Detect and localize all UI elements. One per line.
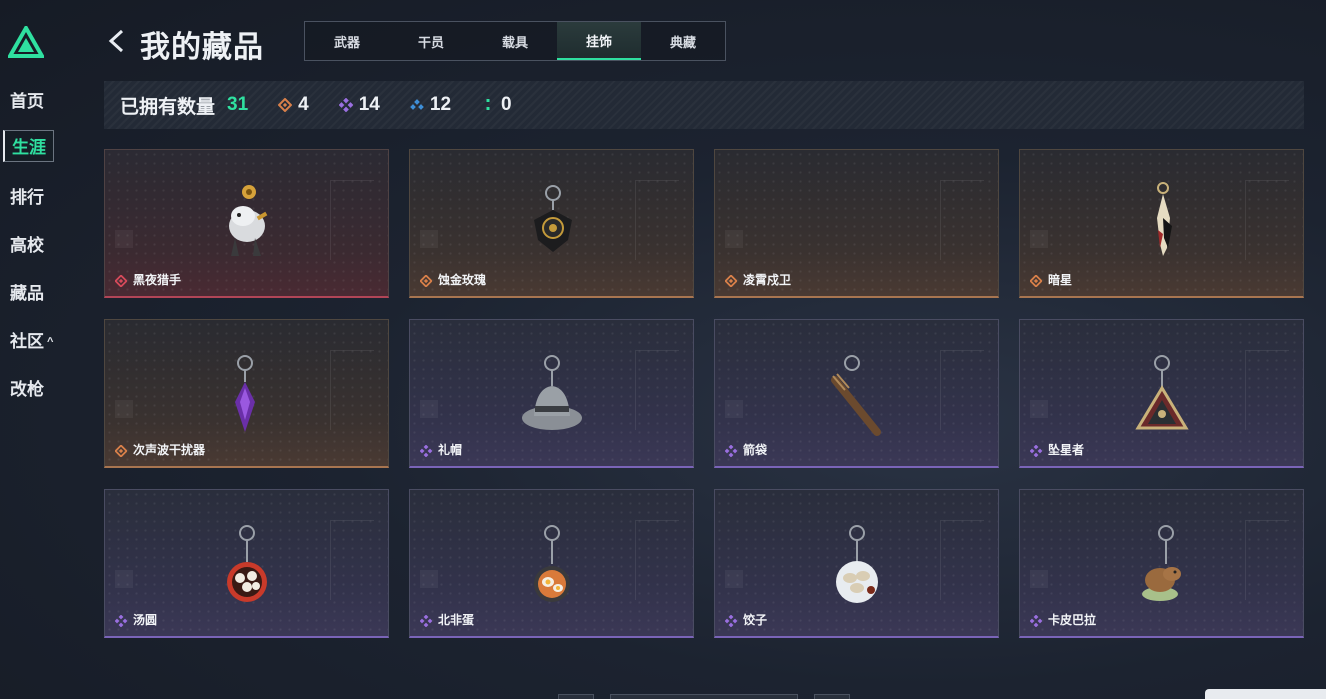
sidebar-item-community[interactable]: 社区 ^ [10,327,53,352]
triangle-logo-icon[interactable] [8,26,44,58]
item-name: 凌霄戍卫 [743,273,792,287]
triangle-badge-charm-icon [1135,355,1189,430]
sidebar-item-label: 首页 [10,92,44,111]
pagination-prev-button[interactable] [558,694,594,699]
item-name: 坠星者 [1048,443,1085,457]
item-card-quiver[interactable]: 箭袋 [714,319,999,468]
sidebar-item-gunsmith[interactable]: 改枪 [10,375,44,400]
blue-rarity-icon [410,99,424,110]
item-name: 卡皮巴拉 [1048,613,1097,627]
green-rarity-icon [486,99,490,110]
item-card-gilded-rose[interactable]: 蚀金玫瑰 [409,149,694,298]
item-card-shakshuka[interactable]: 北非蛋 [409,489,694,638]
pan-charm-icon [534,525,570,602]
capybara-charm-icon [1142,525,1181,601]
owned-count-label: 已拥有数量 [120,96,216,118]
stat-blue: 12 [410,94,451,116]
chevron-up-icon: ^ [47,336,54,348]
sidebar: 首页 生涯 排行 高校 藏品 社区 ^ 改枪 [0,0,62,699]
sidebar-item-home[interactable]: 首页 [10,87,44,112]
stat-green: 0 [481,94,512,116]
purple-rarity-icon [725,445,737,457]
tab-operators[interactable]: 干员 [389,22,473,60]
blade-charm-icon [1157,182,1172,256]
stat-green-count: 0 [501,94,512,115]
floating-panel[interactable] [1205,689,1326,699]
purple-rarity-icon [338,98,353,112]
item-card-sky-guardian[interactable]: 凌霄戍卫 [714,149,999,298]
stat-blue-count: 12 [429,94,452,115]
item-card-black-night-hunter[interactable]: 黑夜猎手 [104,149,389,298]
item-card-top-hat[interactable]: 礼帽 [409,319,694,468]
sidebar-item-label: 改枪 [10,380,44,399]
stat-orange-count: 4 [298,94,309,115]
item-name: 黑夜猎手 [133,273,182,287]
item-name: 蚀金玫瑰 [438,273,487,287]
item-name: 礼帽 [438,443,463,457]
pagination-next-button[interactable] [814,694,850,699]
sidebar-item-label: 高校 [10,236,44,255]
tab-collection[interactable]: 典藏 [641,22,725,60]
stat-orange: 4 [278,94,309,116]
purple-rarity-icon [420,615,432,627]
category-tabs: 武器 干员 载具 挂饰 典藏 [304,21,726,61]
red-rarity-icon [115,275,127,287]
item-card-dumplings[interactable]: 饺子 [714,489,999,638]
orange-rarity-icon [115,445,127,457]
bowl-charm-icon [227,525,267,602]
hat-charm-icon [522,355,582,430]
cat-figure-charm-icon [229,185,268,256]
item-card-capybara[interactable]: 卡皮巴拉 [1019,489,1304,638]
ownership-stats-bar: 已拥有数量 31 4 14 12 0 [104,81,1304,129]
sidebar-item-label: 社区 [10,332,44,351]
item-name: 箭袋 [743,443,768,457]
item-name: 汤圆 [133,613,158,627]
owned-total: 31 [227,94,249,115]
page-title: 我的藏品 [140,31,264,64]
item-name: 北非蛋 [438,613,475,627]
purple-rarity-icon [115,615,127,627]
item-card-infrasound-jammer[interactable]: 次声波干扰器 [104,319,389,468]
crystal-charm-icon [235,355,255,432]
tab-weapons[interactable]: 武器 [305,22,389,60]
sidebar-item-career[interactable]: 生涯 [3,130,54,162]
orange-rarity-icon [278,98,293,112]
dumpling-plate-charm-icon [836,525,878,603]
item-card-dark-star[interactable]: 暗星 [1019,149,1304,298]
quiver-charm-icon [831,355,881,436]
sidebar-item-college[interactable]: 高校 [10,231,44,256]
pagination-bar[interactable] [610,694,798,699]
purple-rarity-icon [1030,445,1042,457]
item-name: 次声波干扰器 [133,443,206,457]
purple-rarity-icon [725,615,737,627]
sidebar-item-ranking[interactable]: 排行 [10,183,44,208]
chevron-left-icon[interactable] [106,28,126,54]
item-name: 暗星 [1048,273,1073,287]
purple-rarity-icon [1030,615,1042,627]
sidebar-item-label: 排行 [10,188,44,207]
item-card-star-faller[interactable]: 坠星者 [1019,319,1304,468]
rose-charm-icon [534,185,572,252]
orange-rarity-icon [725,275,737,287]
stat-purple-count: 14 [358,94,380,115]
orange-rarity-icon [1030,275,1042,287]
item-card-tangyuan[interactable]: 汤圆 [104,489,389,638]
sidebar-item-collection[interactable]: 藏品 [10,279,44,304]
orange-rarity-icon [420,275,432,287]
item-name: 饺子 [743,613,768,627]
sidebar-item-label: 藏品 [10,284,44,303]
purple-rarity-icon [420,445,432,457]
stat-purple: 14 [338,94,380,116]
tab-charms[interactable]: 挂饰 [557,22,641,60]
tab-vehicles[interactable]: 载具 [473,22,557,60]
sidebar-item-label: 生涯 [12,138,46,157]
